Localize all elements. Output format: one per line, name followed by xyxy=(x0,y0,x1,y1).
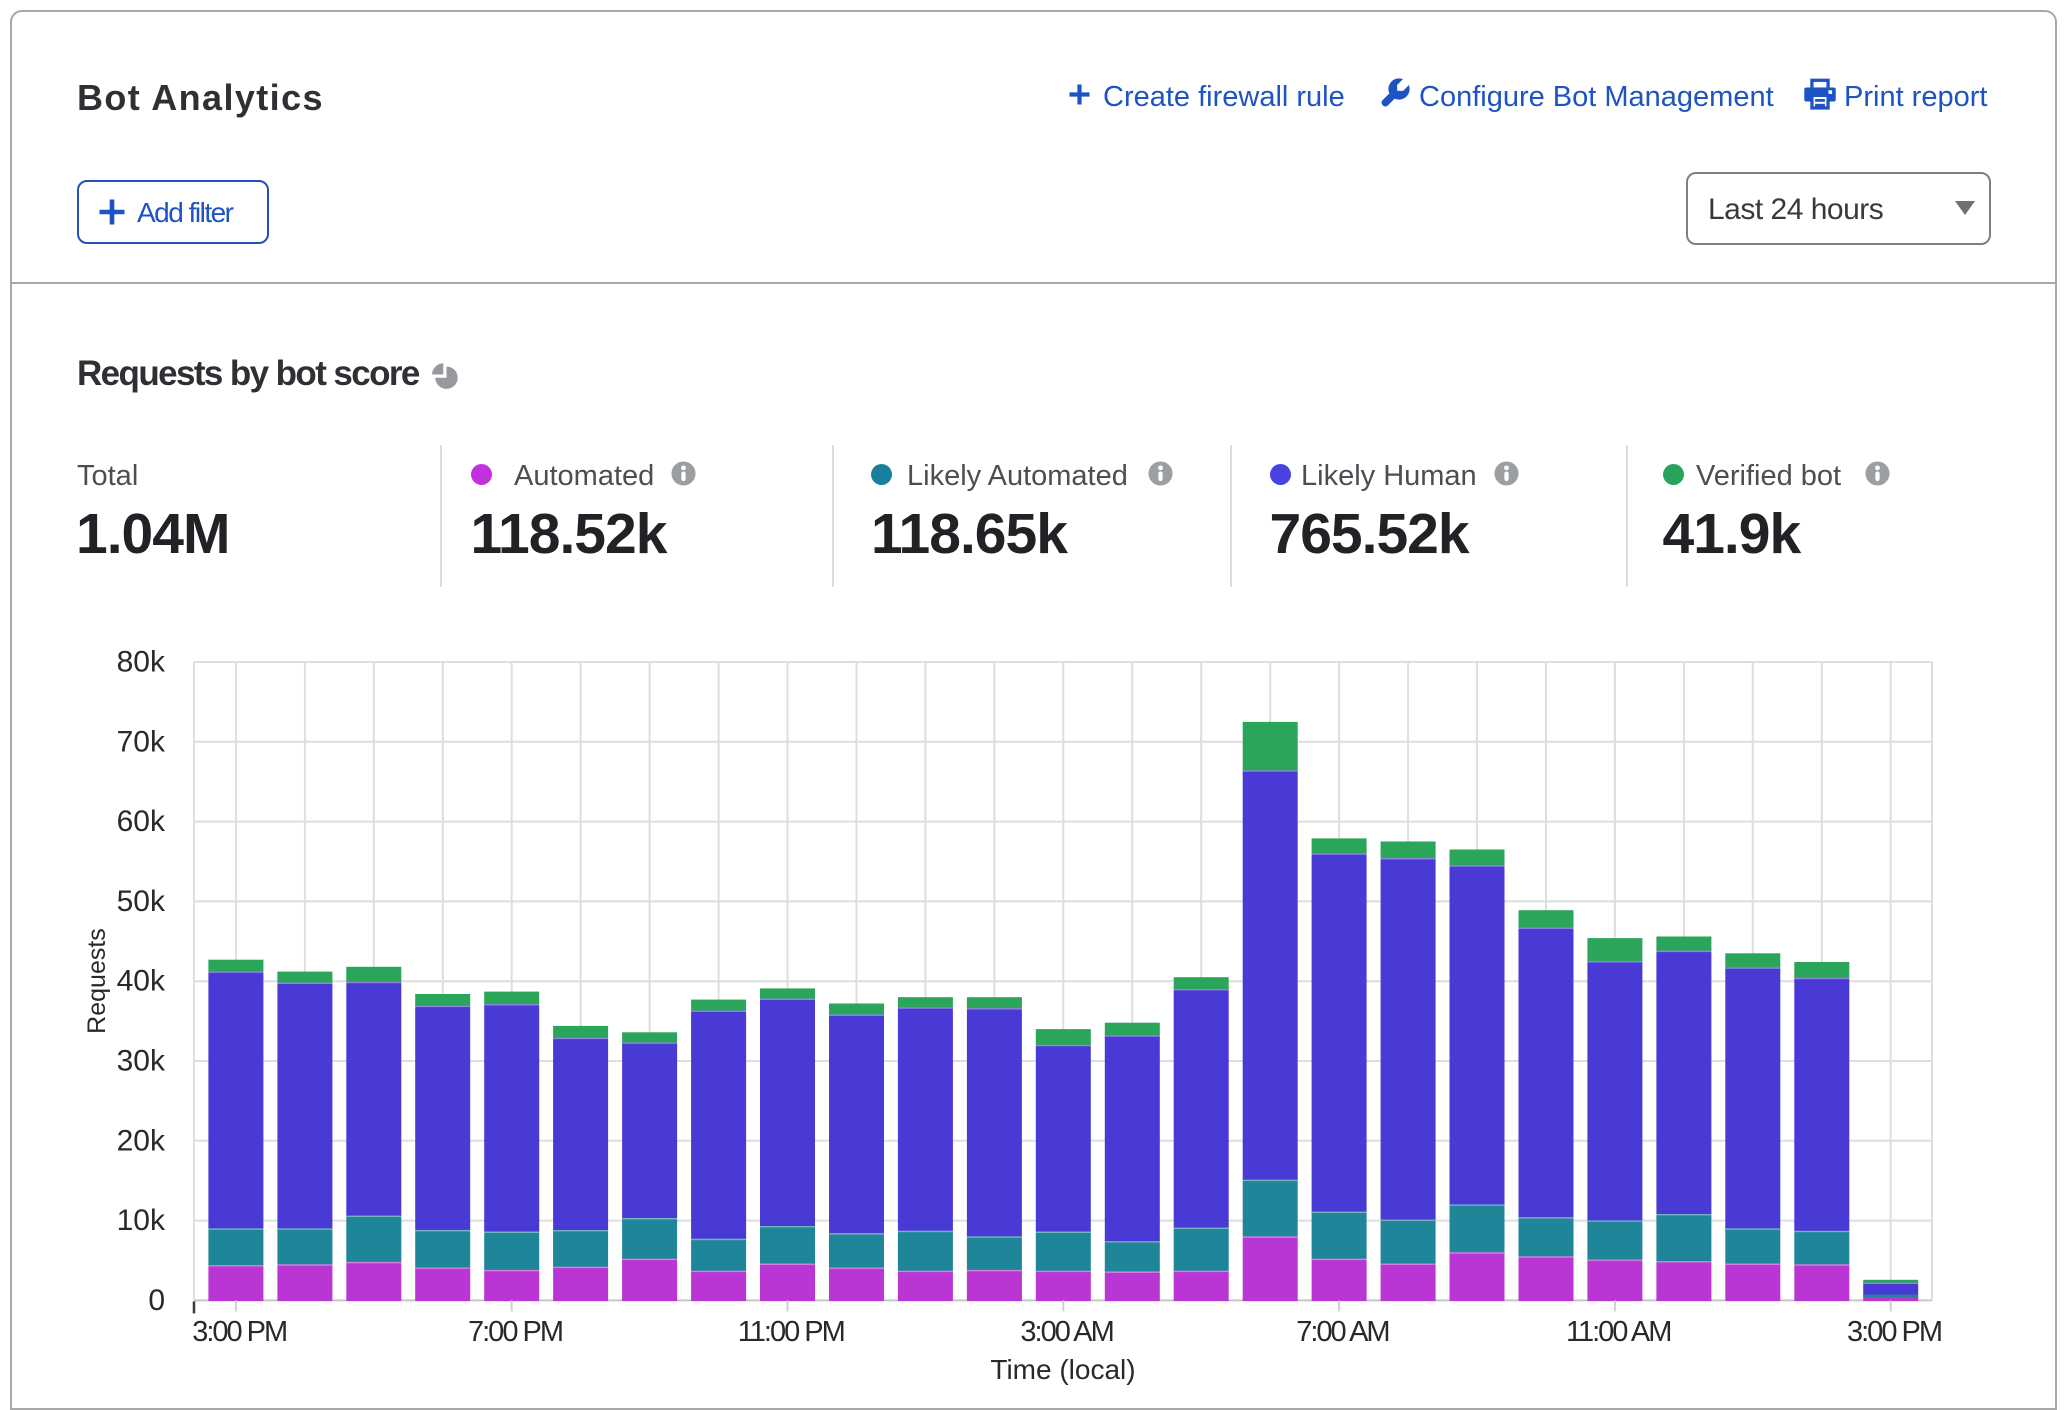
svg-text:7:00 PM: 7:00 PM xyxy=(468,1316,562,1348)
svg-text:Requests: Requests xyxy=(83,928,111,1034)
svg-text:70k: 70k xyxy=(117,725,166,758)
svg-text:3:00 PM: 3:00 PM xyxy=(192,1316,286,1348)
svg-text:11:00 PM: 11:00 PM xyxy=(738,1316,844,1348)
svg-text:10k: 10k xyxy=(117,1204,166,1237)
svg-text:3:00 PM: 3:00 PM xyxy=(1847,1316,1941,1348)
svg-text:20k: 20k xyxy=(117,1124,166,1157)
svg-text:3:00 AM: 3:00 AM xyxy=(1020,1316,1112,1348)
svg-text:50k: 50k xyxy=(117,885,166,918)
svg-text:40k: 40k xyxy=(117,965,166,998)
svg-text:7:00 AM: 7:00 AM xyxy=(1296,1316,1388,1348)
svg-text:0: 0 xyxy=(148,1284,165,1317)
svg-text:60k: 60k xyxy=(117,805,166,838)
svg-text:30k: 30k xyxy=(117,1045,166,1078)
svg-text:80k: 80k xyxy=(117,646,166,679)
svg-text:Time (local): Time (local) xyxy=(990,1354,1135,1385)
svg-text:11:00 AM: 11:00 AM xyxy=(1566,1316,1670,1348)
